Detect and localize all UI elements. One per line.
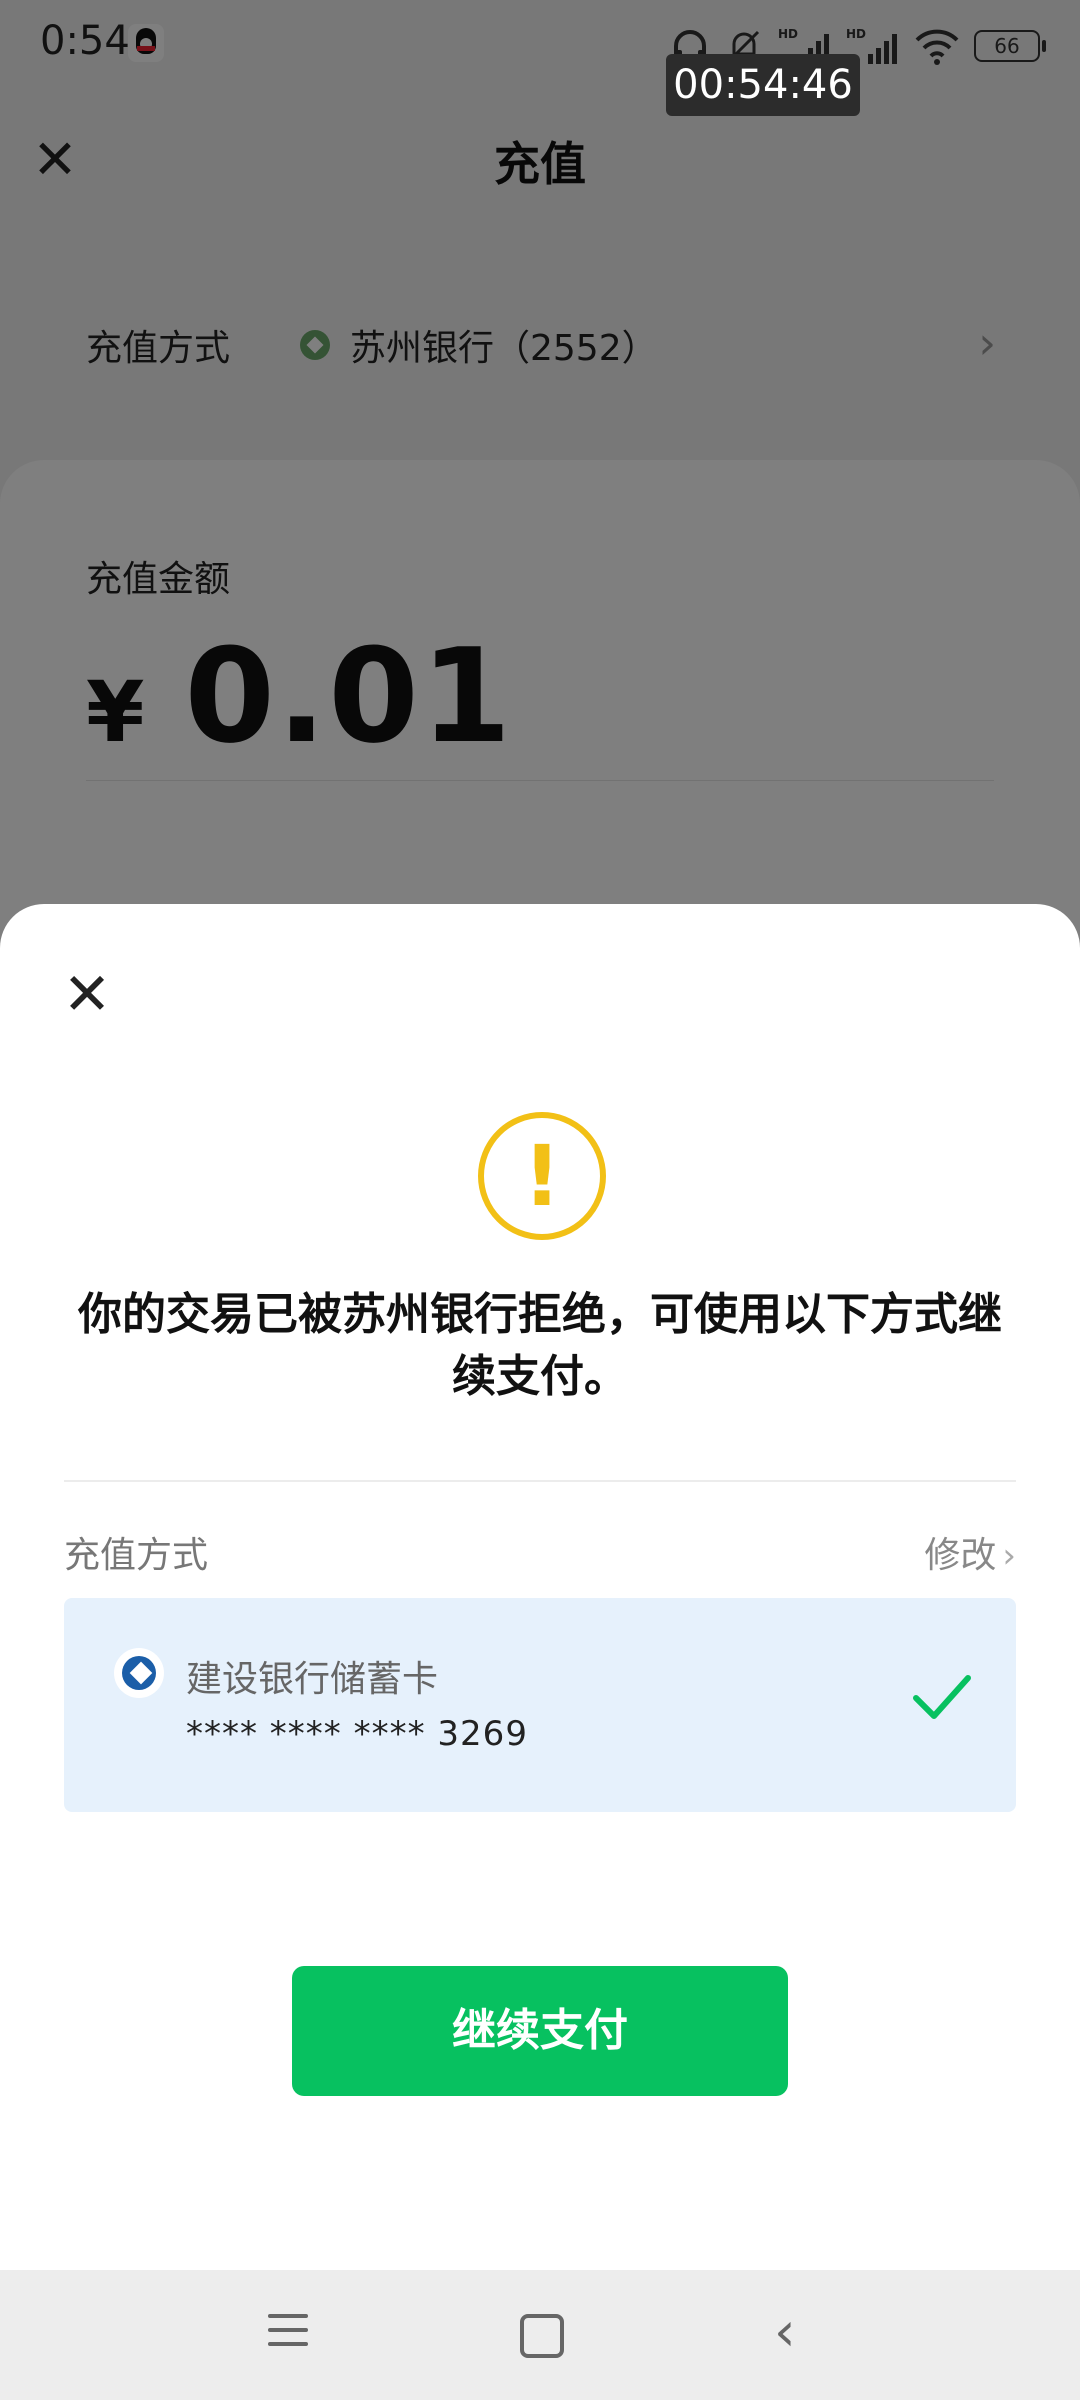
home-icon[interactable]	[520, 2314, 564, 2358]
chevron-right-icon: ›	[1002, 1536, 1016, 1576]
menu-icon[interactable]	[268, 2314, 308, 2354]
close-icon[interactable]: ✕	[62, 964, 112, 1024]
payment-failed-sheet: ✕ ! 你的交易已被苏州银行拒绝，可使用以下方式继续支付。 充值方式 修改 › 建…	[0, 904, 1080, 2270]
recharge-page: 0:54 HD HD	[0, 0, 1080, 2400]
card-name: 建设银行储蓄卡	[186, 1659, 439, 1700]
card-number: **** **** **** 3269	[186, 1714, 528, 1754]
back-icon[interactable]: ‹	[774, 2300, 796, 2363]
navigation-bar: ‹	[0, 2270, 1080, 2400]
recording-timer: 00:54:46	[666, 54, 860, 116]
error-message: 你的交易已被苏州银行拒绝，可使用以下方式继续支付。	[78, 1289, 1002, 1402]
modify-label: 修改	[924, 1535, 997, 1576]
continue-payment-button[interactable]: 继续支付	[292, 1966, 788, 2096]
ccb-bank-icon	[114, 1648, 164, 1698]
card-option-ccb[interactable]: 建设银行储蓄卡 **** **** **** 3269	[64, 1598, 1016, 1812]
divider	[64, 1480, 1016, 1482]
pay-method-label: 充值方式	[64, 1535, 209, 1576]
checkmark-icon	[913, 1675, 971, 1719]
warning-icon: !	[478, 1112, 606, 1240]
modify-button[interactable]: 修改 ›	[924, 1526, 1016, 1578]
